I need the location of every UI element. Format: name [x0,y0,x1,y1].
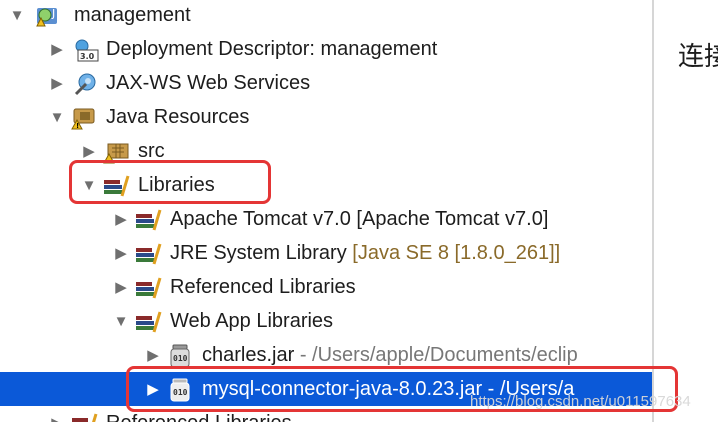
tree-row-src[interactable]: ▶ src [0,134,652,168]
svg-text:010: 010 [173,354,188,363]
collapsed-arrow-icon[interactable]: ▶ [48,66,66,100]
tree-label-project: management [74,4,191,26]
tree-row-charles-jar[interactable]: ▶ 010 charles.jar - /Users/apple/Documen… [0,338,652,372]
tree-label-java-resources: Java Resources [106,106,250,128]
expanded-arrow-icon[interactable]: ▼ [80,168,98,202]
tree-row-referenced-libraries[interactable]: ▶ Referenced Libraries [0,270,652,304]
expanded-arrow-icon[interactable]: ▼ [48,100,66,134]
java-resources-icon: ! [71,108,95,130]
tree-row-webapp-libraries[interactable]: ▼ Web App Libraries [0,304,652,338]
library-name: JRE System Library [170,242,347,264]
deployment-descriptor-icon: 3.0 [75,39,99,62]
library-icon [136,209,162,231]
svg-text:010: 010 [173,388,188,397]
library-decoration: [Apache Tomcat v7.0] [356,208,549,230]
library-icon [72,413,98,422]
tree-label-libraries: Libraries [138,174,215,196]
jar-icon: 010 [170,378,190,402]
library-decoration: [Java SE 8 [1.8.0_261]] [352,242,561,264]
tree-label-jre: JRE System Library [Java SE 8 [1.8.0_261… [170,236,560,270]
library-icon [136,277,162,299]
web-project-icon: J [36,7,57,27]
watermark: https://blog.csdn.net/u011597634 [470,393,691,410]
tree-label-jaxws: JAX-WS Web Services [106,72,311,94]
library-icon [136,243,162,265]
collapsed-arrow-icon[interactable]: ▶ [80,134,98,168]
tree-label-webapp-libraries: Web App Libraries [170,310,334,332]
jar-path-decoration: - /Users/apple/Documents/eclip [299,344,578,366]
collapsed-arrow-icon[interactable]: ▶ [144,372,162,406]
libraries-icon [104,175,130,197]
jar-icon: 010 [170,344,190,368]
tree-label-charles-jar: charles.jar - /Users/apple/Documents/ecl… [202,338,578,372]
collapsed-arrow-icon[interactable]: ▶ [112,202,130,236]
tree-row-jaxws[interactable]: ▶ JAX-WS Web Services [0,66,652,100]
library-name: Apache Tomcat v7.0 [170,208,351,230]
collapsed-arrow-icon[interactable]: ▶ [112,236,130,270]
editor-panel: 连接 [654,0,718,422]
tree-label-tomcat: Apache Tomcat v7.0 [Apache Tomcat v7.0] [170,202,548,236]
project-explorer-tree: ▼ J management ▶ 3.0 Deployment Descript… [0,0,652,422]
expanded-arrow-icon[interactable]: ▼ [112,304,130,338]
tree-label-referenced-libraries-bottom: Referenced Libraries [106,406,292,422]
library-icon [136,311,162,333]
tree-row-jre[interactable]: ▶ JRE System Library [Java SE 8 [1.8.0_2… [0,236,652,270]
svg-text:3.0: 3.0 [80,52,95,61]
tree-row-libraries[interactable]: ▼ Libraries [0,168,652,202]
collapsed-arrow-icon[interactable]: ▶ [112,270,130,304]
tree-row-tomcat[interactable]: ▶ Apache Tomcat v7.0 [Apache Tomcat v7.0… [0,202,652,236]
tree-label-deployment-descriptor: Deployment Descriptor: management [106,38,438,60]
tree-row-project[interactable]: ▼ J management [0,0,652,32]
collapsed-arrow-icon[interactable]: ▶ [48,406,66,422]
svg-text:J: J [51,7,55,20]
web-services-icon [74,73,96,96]
collapsed-arrow-icon[interactable]: ▶ [48,32,66,66]
tree-row-deployment-descriptor[interactable]: ▶ 3.0 Deployment Descriptor: management [0,32,652,66]
jar-name: charles.jar [202,344,295,366]
svg-text:!: ! [76,122,79,130]
tree-label-src: src [138,140,165,162]
collapsed-arrow-icon[interactable]: ▶ [144,338,162,372]
tree-label-referenced-libraries: Referenced Libraries [170,276,356,298]
expanded-arrow-icon[interactable]: ▼ [8,0,26,32]
editor-text: 连接 [678,42,718,72]
tree-row-java-resources[interactable]: ▼ ! Java Resources [0,100,652,134]
package-folder-icon [103,143,129,164]
